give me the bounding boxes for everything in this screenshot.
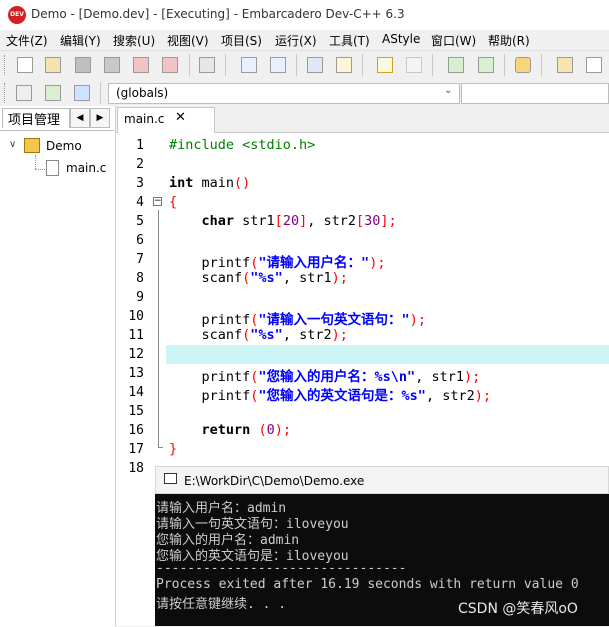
menu-help[interactable]: 帮助(R) — [488, 32, 530, 49]
toolbar-separator — [100, 82, 101, 104]
line-number: 10 — [128, 309, 144, 324]
toolbar-separator — [541, 54, 542, 76]
tab-scroll-left-icon[interactable]: ◀ — [70, 108, 90, 128]
toolbar-separator — [432, 54, 433, 76]
line-number: 16 — [128, 423, 144, 438]
line-number: 2 — [136, 157, 144, 172]
code-line: scanf("%s", str2); — [169, 327, 348, 343]
code-line: printf("请输入用户名："); — [169, 255, 386, 271]
menu-tools[interactable]: 工具(T) — [329, 32, 370, 49]
project-tree — [0, 130, 114, 627]
code-line: } — [169, 441, 178, 457]
code-line: int main() — [169, 175, 251, 191]
goto-bookmark-icon[interactable] — [74, 85, 90, 101]
code-line: { — [169, 194, 178, 210]
toolbar-separator — [189, 54, 190, 76]
menu-file[interactable]: 文件(Z) — [6, 32, 48, 49]
tree-item-project[interactable]: Demo — [46, 139, 82, 153]
fold-guide-end — [158, 447, 163, 448]
tree-connector — [35, 155, 37, 169]
menu-search[interactable]: 搜索(U) — [113, 32, 155, 49]
line-number: 6 — [136, 233, 144, 248]
code-line: #include <stdio.h> — [169, 137, 316, 153]
line-number: 17 — [128, 442, 144, 457]
project-icon — [24, 138, 40, 153]
console-line: -------------------------------- — [156, 561, 407, 576]
line-number: 3 — [136, 176, 144, 191]
line-number: 1 — [136, 138, 144, 153]
line-number: 5 — [136, 214, 144, 229]
code-line: scanf("%s", str1); — [169, 270, 348, 286]
line-number: 13 — [128, 366, 144, 381]
file-icon — [46, 160, 59, 176]
menu-astyle[interactable]: AStyle — [382, 32, 420, 46]
scope-select-value: (globals) — [116, 86, 169, 100]
toolbar-grip[interactable] — [4, 83, 8, 103]
close-icon[interactable]: ✕ — [175, 110, 186, 125]
line-number: 18 — [128, 461, 144, 476]
app-logo-icon: DEV C++ — [8, 6, 26, 36]
menu-window[interactable]: 窗口(W) — [431, 32, 476, 49]
save-all-icon[interactable] — [104, 57, 120, 73]
new-file-icon[interactable] — [17, 57, 33, 73]
chevron-down-icon[interactable]: ⌄ — [444, 85, 452, 96]
code-line: printf("请输入一句英文语句："); — [169, 312, 426, 328]
toggle-bookmark-icon[interactable] — [45, 85, 61, 101]
goto-function-icon[interactable] — [336, 57, 352, 73]
toolbar-separator — [504, 54, 505, 76]
close-file-icon[interactable] — [133, 57, 149, 73]
line-number: 8 — [136, 271, 144, 286]
tree-connector — [35, 169, 45, 171]
console-line: 请按任意键继续. . . — [156, 597, 287, 612]
menu-run[interactable]: 运行(X) — [275, 32, 317, 49]
console-title: E:\WorkDir\C\Demo\Demo.exe — [184, 474, 365, 488]
replace-icon[interactable] — [270, 57, 286, 73]
code-line: char str1[20], str2[30]; — [201, 213, 397, 229]
toolbar-separator — [362, 54, 363, 76]
find-icon[interactable] — [241, 57, 257, 73]
symbol-select[interactable] — [461, 83, 609, 104]
fold-collapse-icon[interactable]: − — [153, 197, 162, 206]
line-number: 14 — [128, 385, 144, 400]
console-app-icon — [164, 473, 177, 484]
line-number: 12 — [128, 347, 144, 362]
insert-icon[interactable] — [16, 85, 32, 101]
window-title: Demo - [Demo.dev] - [Executing] - Embarc… — [31, 7, 405, 21]
tab-project-manager-label: 项目管理 — [8, 113, 61, 128]
open-project-icon[interactable] — [478, 57, 494, 73]
line-number: 15 — [128, 404, 144, 419]
undo-icon[interactable] — [377, 57, 393, 73]
line-number: 4 — [136, 195, 144, 210]
line-number: 11 — [128, 328, 144, 343]
fold-guide — [158, 210, 159, 448]
tab-scroll-right-icon[interactable]: ▶ — [90, 108, 110, 128]
menu-project[interactable]: 项目(S) — [221, 32, 262, 49]
line-number: 7 — [136, 252, 144, 267]
toolbar-separator — [296, 54, 297, 76]
tab-main-c-label: main.c — [124, 112, 165, 126]
watermark: CSDN @笑春风oO — [458, 601, 578, 617]
menu-edit[interactable]: 编辑(Y) — [60, 32, 101, 49]
code-line: printf("您输入的用户名：%s\n", str1); — [169, 369, 481, 385]
tree-item-file[interactable]: main.c — [66, 161, 106, 175]
redo-icon[interactable] — [406, 57, 422, 73]
layout-list-icon[interactable] — [586, 57, 602, 73]
toolbar-grip[interactable] — [4, 55, 8, 75]
save-icon[interactable] — [75, 57, 91, 73]
console-line: Process exited after 16.19 seconds with … — [156, 577, 579, 592]
layout-grid-icon[interactable] — [557, 57, 573, 73]
open-file-icon[interactable] — [45, 57, 61, 73]
code-line: printf("您输入的英文语句是：%s", str2); — [169, 388, 492, 404]
new-project-icon[interactable] — [448, 57, 464, 73]
close-all-icon[interactable] — [162, 57, 178, 73]
class-browser-icon[interactable] — [515, 57, 531, 73]
menu-view[interactable]: 视图(V) — [167, 32, 209, 49]
code-line: return (0); — [201, 422, 291, 438]
goto-line-icon[interactable] — [307, 57, 323, 73]
print-icon[interactable] — [199, 57, 215, 73]
line-number: 9 — [136, 290, 144, 305]
current-line-highlight — [166, 345, 609, 364]
expand-chevron-icon[interactable]: ∨ — [9, 139, 16, 150]
toolbar-separator — [225, 54, 226, 76]
